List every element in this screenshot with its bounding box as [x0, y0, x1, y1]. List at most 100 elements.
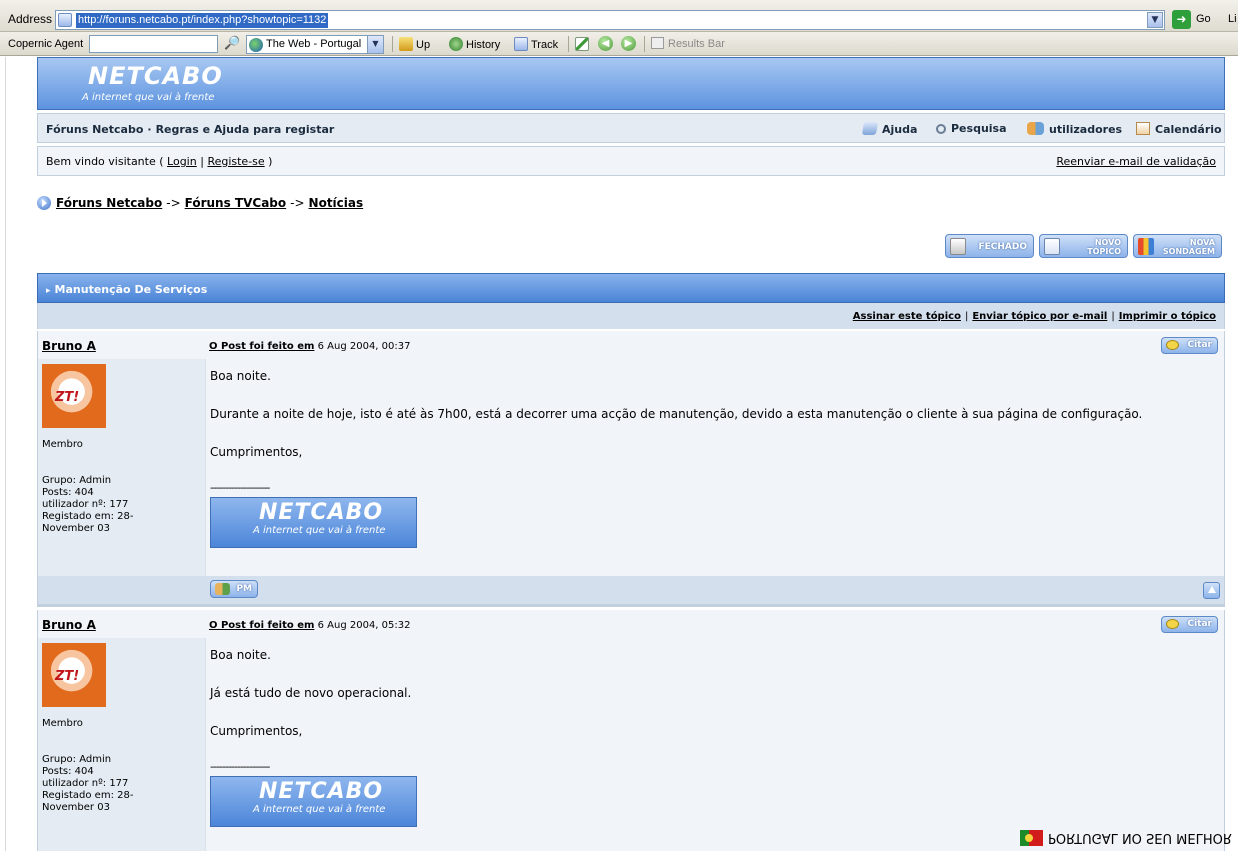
author-info: Grupo: Admin Posts: 404 utilizador nº: 1…	[42, 754, 160, 814]
search-icon[interactable]: 🔎	[224, 36, 240, 51]
quote-button[interactable]: Citar	[1161, 337, 1218, 354]
author-group: Grupo: Admin	[42, 754, 112, 765]
go-button[interactable]: Go	[1196, 13, 1211, 25]
nav-users-link[interactable]: utilizadores	[1027, 122, 1122, 136]
chevron-down-icon[interactable]: ▼	[1147, 12, 1163, 28]
address-input[interactable]: http://foruns.netcabo.pt/index.php?showt…	[55, 10, 1165, 30]
back-to-top-icon[interactable]	[1203, 582, 1220, 599]
breadcrumb-item-news[interactable]: Notícias	[309, 196, 364, 210]
subscribe-topic-link[interactable]: Assinar este tópico	[853, 311, 961, 322]
topic-title: Manutenção De Serviços	[46, 283, 208, 296]
highlight-icon	[575, 37, 589, 51]
post-header: Bruno A O Post foi feito em 6 Aug 2004, …	[38, 331, 1224, 359]
back-arrow-icon[interactable]: ◀	[598, 36, 613, 51]
nav-calendar-link[interactable]: Calendário	[1136, 122, 1222, 136]
breadcrumb-arrow: ->	[290, 196, 305, 210]
forward-arrow-icon[interactable]: ▶	[621, 36, 636, 51]
topic-options-bar: Assinar este tópico | Enviar tópico por e-…	[37, 303, 1225, 329]
highlight-button[interactable]	[575, 37, 592, 51]
post-line: Boa noite.	[210, 648, 271, 662]
author-user-number: utilizador nº: 177	[42, 499, 129, 510]
breadcrumb-item-tvcabo[interactable]: Fóruns TVCabo	[185, 196, 287, 210]
pm-button[interactable]: PM	[210, 580, 258, 598]
post-permalink[interactable]: O Post foi feito em	[209, 341, 314, 352]
print-topic-link[interactable]: Imprimir o tópico	[1119, 311, 1216, 322]
links-label[interactable]: Li	[1228, 13, 1237, 25]
toolbar-divider	[392, 36, 393, 52]
logo-tagline: A internet que vai à frente	[82, 92, 215, 103]
welcome-suffix: )	[268, 155, 273, 168]
new-topic-label-line1: NOVO	[1094, 238, 1121, 247]
window-right-edge	[1230, 57, 1238, 851]
quote-label: Citar	[1187, 340, 1212, 350]
page-icon	[58, 13, 72, 27]
post-content: Boa noite. Já está tudo de novo operacio…	[210, 646, 411, 760]
post-body: Boa noite. Durante a noite de hoje, isto…	[205, 359, 1224, 576]
email-topic-link[interactable]: Enviar tópico por e-mail	[972, 311, 1107, 322]
nav-search-link[interactable]: Pesquisa	[936, 122, 1007, 135]
post-author-panel: ZT! Membro Grupo: Admin Posts: 404 utili…	[38, 359, 205, 576]
forum-navbar: Fóruns Netcabo · Regras e Ajuda para regis…	[37, 113, 1225, 143]
post-author-link[interactable]: Bruno A	[42, 618, 96, 632]
up-button[interactable]: Up	[399, 37, 430, 51]
closed-button[interactable]: FECHADO	[945, 234, 1034, 258]
post-date: 6 Aug 2004, 05:32	[317, 620, 411, 631]
magnifier-icon	[936, 124, 946, 134]
nav-rules-link[interactable]: Regras e Ajuda para registar	[156, 123, 335, 136]
register-link[interactable]: Registe-se	[207, 155, 264, 168]
new-poll-label-line1: NOVA	[1189, 238, 1215, 247]
post-header: Bruno A O Post foi feito em 6 Aug 2004, …	[38, 610, 1224, 638]
author-registered: Registado em: 28-	[42, 511, 134, 522]
go-arrow-icon[interactable]: ➜	[1172, 10, 1191, 29]
post-divider	[37, 604, 1225, 607]
track-button[interactable]: Track	[514, 37, 558, 51]
history-icon	[449, 37, 463, 51]
track-icon	[514, 37, 528, 51]
results-bar-button[interactable]: Results Bar	[651, 37, 725, 50]
new-topic-label-line2: TÓPICO	[1087, 247, 1121, 256]
post-meta: O Post foi feito em 6 Aug 2004, 00:37	[209, 341, 410, 352]
topic-options: Assinar este tópico | Enviar tópico por e-…	[853, 311, 1216, 322]
welcome-text: Bem vindo visitante ( Login | Registe-se…	[46, 155, 272, 168]
post-line: Durante a noite de hoje, isto é até às 7…	[210, 407, 1143, 421]
avatar: ZT!	[42, 643, 106, 707]
member-title: Membro	[42, 718, 83, 729]
avatar-text: ZT!	[55, 390, 80, 405]
copernic-search-input[interactable]	[89, 35, 218, 53]
new-poll-button[interactable]: NOVA SONDAGEM	[1133, 234, 1222, 258]
post-permalink[interactable]: O Post foi feito em	[209, 620, 314, 631]
help-icon	[861, 122, 879, 135]
signature-banner: NETCABO A internet que vai à frente	[210, 776, 417, 827]
author-posts: Posts: 404	[42, 766, 94, 777]
netcabo-logo[interactable]: NETCABO A internet que vai à frente	[82, 62, 223, 103]
signature-logo-text: NETCABO	[259, 779, 384, 804]
nav-forum-link[interactable]: Fóruns Netcabo	[46, 123, 143, 136]
welcome-bar: Bem vindo visitante ( Login | Registe-se…	[37, 146, 1225, 176]
nav-help-link[interactable]: Ajuda	[861, 122, 917, 136]
welcome-prefix: Bem vindo visitante (	[46, 155, 164, 168]
track-label: Track	[531, 39, 559, 51]
resend-validation-link[interactable]: Reenviar e-mail de validação	[1056, 155, 1216, 168]
nav-search-label: Pesquisa	[951, 122, 1007, 135]
address-bar: Address http://foruns.netcabo.pt/index.p…	[0, 0, 1238, 32]
post-author-link[interactable]: Bruno A	[42, 339, 96, 353]
address-url[interactable]: http://foruns.netcabo.pt/index.php?showt…	[76, 13, 329, 28]
welcome-pipe: |	[200, 155, 204, 168]
quote-button[interactable]: Citar	[1161, 616, 1218, 633]
login-link[interactable]: Login	[167, 155, 197, 168]
new-topic-button[interactable]: NOVO TÓPICO	[1039, 234, 1128, 258]
lock-document-icon	[950, 238, 966, 255]
chevron-down-icon[interactable]: ▼	[367, 36, 383, 53]
copernic-agent-label: Copernic Agent	[8, 38, 84, 50]
speech-bubble-icon	[1166, 619, 1179, 629]
history-button[interactable]: History	[449, 37, 500, 51]
breadcrumb-item-forums[interactable]: Fóruns Netcabo	[56, 196, 162, 210]
results-bar-label: Results Bar	[668, 38, 725, 50]
portugal-flag-icon	[1020, 830, 1043, 846]
search-scope-value: The Web - Portugal	[266, 38, 362, 50]
signature-logo: NETCABO A internet que vai à frente	[253, 779, 385, 815]
search-scope-select[interactable]: The Web - Portugal ▼	[246, 35, 384, 54]
signature-divider: --------------------	[210, 760, 270, 773]
topic-header: Manutenção De Serviços	[37, 273, 1225, 303]
member-title: Membro	[42, 439, 83, 450]
